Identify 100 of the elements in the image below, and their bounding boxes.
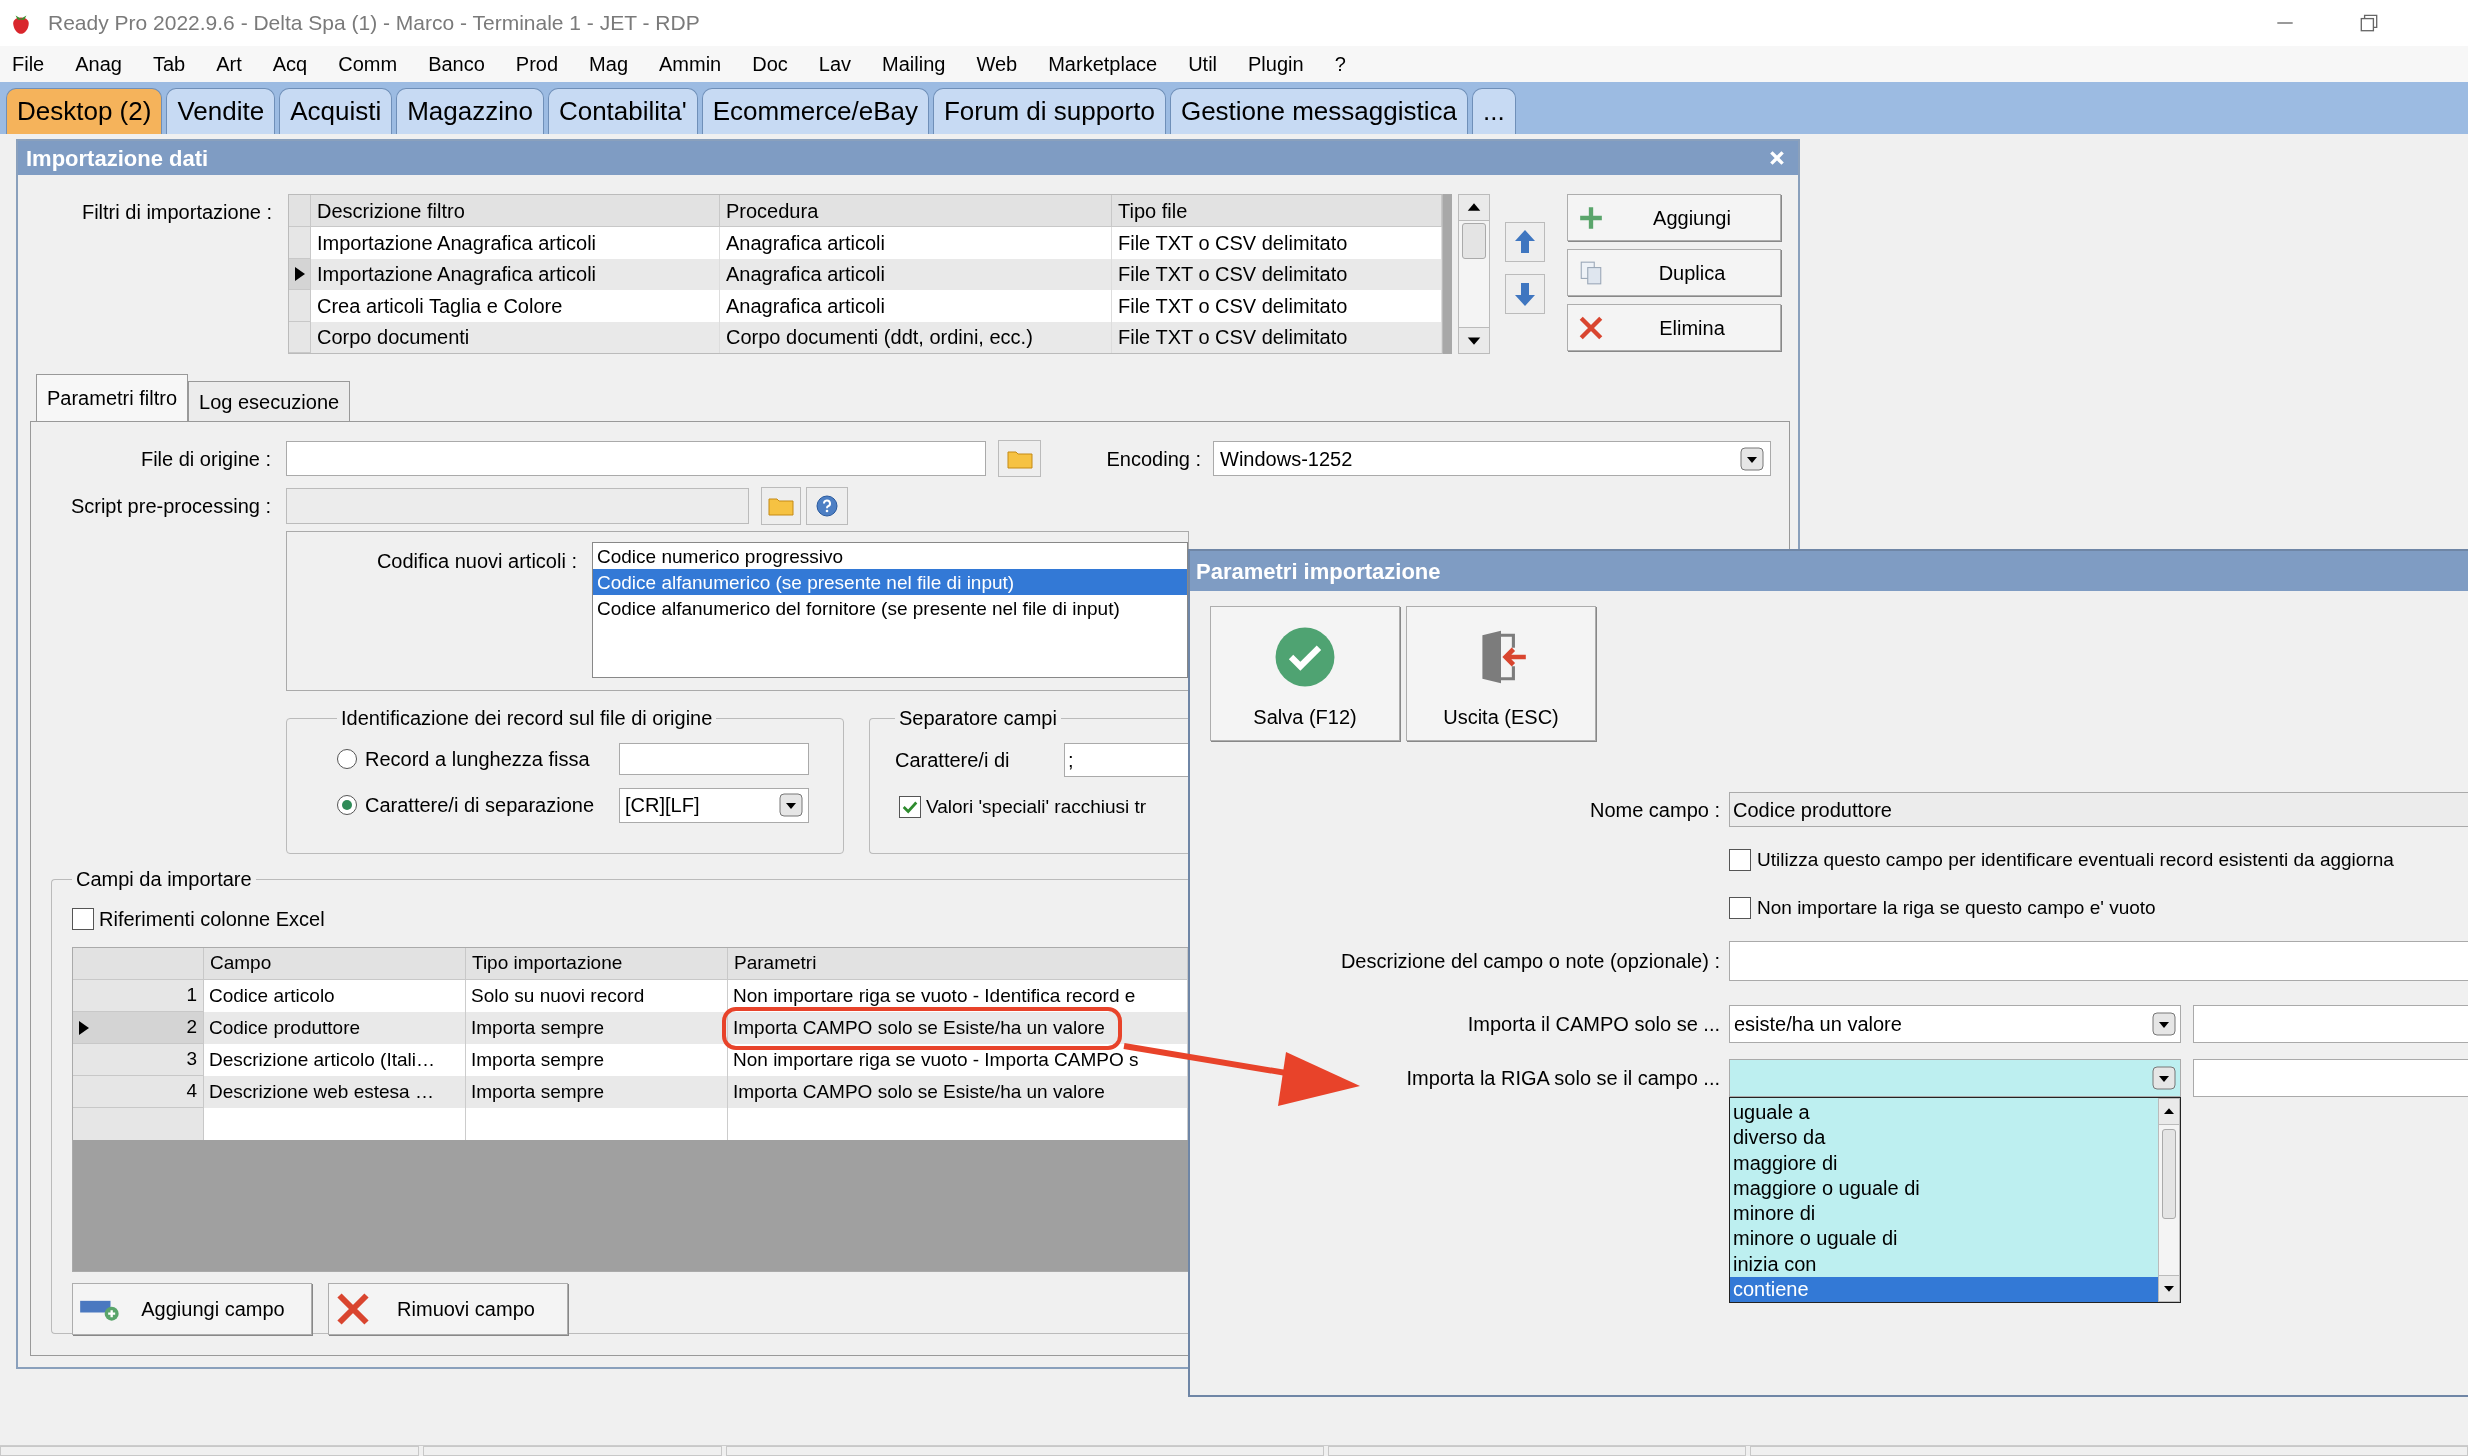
list-item[interactable]: maggiore di (1730, 1150, 2158, 1176)
column-header: Tipo file (1112, 195, 1442, 227)
scrollbar[interactable] (1458, 194, 1490, 354)
scroll-up-icon[interactable] (1459, 195, 1489, 221)
input-field[interactable] (2193, 1059, 2468, 1097)
tab[interactable]: Vendite (166, 88, 276, 134)
field-label: Importa la RIGA solo se il campo ... (1405, 1066, 1720, 1091)
column-header: Procedura (720, 195, 1112, 227)
table-cell: File TXT o CSV delimitato (1112, 258, 1442, 290)
menu-item[interactable]: Plugin (1248, 49, 1304, 79)
menu-item[interactable]: Art (216, 49, 242, 79)
menu-item[interactable]: Tab (152, 49, 186, 79)
column-header: Descrizione filtro (311, 195, 720, 227)
scroll-down-icon[interactable] (2159, 1275, 2179, 1301)
tab[interactable]: ... (1471, 88, 1516, 134)
browse-button[interactable] (761, 487, 801, 525)
tab[interactable]: Acquisti (279, 88, 393, 134)
list-item[interactable]: Codice alfanumerico del fornitore (se presente nel file di input) (593, 595, 1187, 621)
menu-item[interactable]: Doc (752, 49, 788, 79)
group-title: Identificazione dei record sul file di origine (340, 706, 714, 731)
toolbar-button[interactable]: Uscita (ESC) (1406, 606, 1596, 741)
dropdown[interactable]: Windows-1252 (1213, 441, 1771, 476)
scrollbar[interactable] (2158, 1098, 2180, 1302)
checkbox[interactable] (72, 908, 94, 930)
menu-item[interactable]: Anag (75, 49, 122, 79)
table-cell: Anagrafica articoli (720, 258, 1112, 290)
menu-item[interactable]: Acq (272, 49, 308, 79)
toolbar-button[interactable]: Aggiungi (1567, 194, 1781, 241)
table-cell: Importa sempre (466, 1012, 728, 1044)
table-cell: Solo su nuovi record (466, 980, 728, 1012)
menu-item[interactable]: Marketplace (1048, 49, 1158, 79)
input-field[interactable] (619, 743, 809, 775)
close-icon (1578, 314, 1604, 341)
arrow-up-icon[interactable] (1505, 222, 1545, 262)
tab[interactable]: Ecommerce/eBay (701, 88, 929, 134)
input-field[interactable] (2193, 1005, 2468, 1043)
checkbox[interactable] (899, 796, 921, 819)
toolbar-button[interactable]: Salva (F12) (1210, 606, 1400, 741)
column-header: Tipo importazione (466, 948, 728, 980)
input-field[interactable] (1729, 941, 2468, 981)
field-label: Filtri di importazione : (80, 200, 272, 225)
menu-item[interactable]: Comm (338, 49, 398, 79)
radio-button[interactable] (337, 749, 357, 769)
scroll-thumb[interactable] (2162, 1129, 2176, 1219)
list-item[interactable]: Codice alfanumerico (se presente nel file di input) (593, 569, 1187, 595)
menu-item[interactable]: Web (976, 49, 1018, 79)
row-header: 4 (73, 1076, 204, 1108)
menu-item[interactable]: Prod (515, 49, 559, 79)
tab[interactable]: Gestione messaggistica (1169, 88, 1468, 134)
radio-label: Record a lunghezza fissa (365, 747, 591, 772)
scroll-down-icon[interactable] (1459, 327, 1489, 353)
toolbar-button[interactable]: Aggiungi campo (72, 1283, 312, 1335)
help-button[interactable] (806, 487, 848, 525)
list-item[interactable]: maggiore o uguale di (1730, 1175, 2158, 1201)
menu-item[interactable]: File (12, 49, 45, 79)
menu-item[interactable]: ? (1334, 49, 1346, 79)
input-field[interactable] (286, 441, 986, 476)
scroll-up-icon[interactable] (2159, 1099, 2179, 1125)
dropdown[interactable]: esiste/ha un valore (1729, 1005, 2181, 1043)
list-item[interactable]: diverso da (1730, 1125, 2158, 1151)
toolbar-button[interactable]: Elimina (1567, 304, 1781, 351)
radio-button[interactable] (337, 795, 357, 815)
input-field[interactable]: ; (1064, 743, 1189, 777)
toolbar-button[interactable]: Duplica (1567, 249, 1781, 296)
table-cell: Importa CAMPO solo se Esiste/ha un valore (728, 1076, 1188, 1108)
input-field[interactable] (286, 488, 749, 524)
scroll-thumb[interactable] (1462, 223, 1486, 259)
list-item[interactable]: uguale a (1730, 1100, 2158, 1126)
dialog-title: Parametri importazione (1196, 557, 1441, 586)
list-item[interactable]: inizia con (1730, 1251, 2158, 1277)
menu-item[interactable]: Ammin (659, 49, 722, 79)
row-header: 3 (73, 1044, 204, 1076)
menu-item[interactable]: Lav (818, 49, 852, 79)
close-icon[interactable] (1768, 149, 1786, 167)
dropdown[interactable]: [CR][LF] (619, 787, 809, 823)
tab[interactable]: Desktop (2) (6, 88, 163, 134)
tab[interactable]: Magazzino (396, 88, 544, 134)
list-box[interactable]: Codice numerico progressivo Codice alfanumerico (se presente nel file di input) Codice alfanumerico del fornitore (se presente nel file di input) (592, 542, 1188, 678)
menu-item[interactable]: Mag (589, 49, 628, 79)
arrow-down-icon[interactable] (1505, 274, 1545, 314)
checkbox[interactable] (1729, 849, 1751, 871)
menu-item[interactable]: Util (1188, 49, 1217, 79)
tab[interactable]: Parametri filtro (36, 374, 189, 421)
toolbar-button[interactable]: Rimuovi campo (328, 1283, 568, 1335)
list-item[interactable]: Codice numerico progressivo (593, 543, 1187, 569)
menu-item[interactable]: Banco (428, 49, 485, 79)
list-item[interactable]: minore o uguale di (1730, 1226, 2158, 1252)
list-item[interactable]: minore di (1730, 1201, 2158, 1227)
restore-icon[interactable] (2358, 12, 2380, 34)
browse-button[interactable] (998, 440, 1041, 477)
tab[interactable]: Log esecuzione (188, 381, 351, 421)
table-cell: Descrizione web estesa … (204, 1076, 466, 1108)
dropdown-list[interactable]: uguale a diverso da maggiore di maggiore o uguale di minore di minore o uguale di inizia con contiene (1729, 1097, 2181, 1303)
list-item[interactable]: contiene (1730, 1276, 2158, 1302)
checkbox[interactable] (1729, 897, 1751, 919)
field-label: File di origine : (139, 446, 271, 472)
tab[interactable]: Forum di supporto (932, 88, 1166, 134)
menu-item[interactable]: Mailing (882, 49, 946, 79)
tab[interactable]: Contabilita' (547, 88, 698, 134)
table-cell: Importa CAMPO solo se Esiste/ha un valore (728, 1012, 1188, 1044)
